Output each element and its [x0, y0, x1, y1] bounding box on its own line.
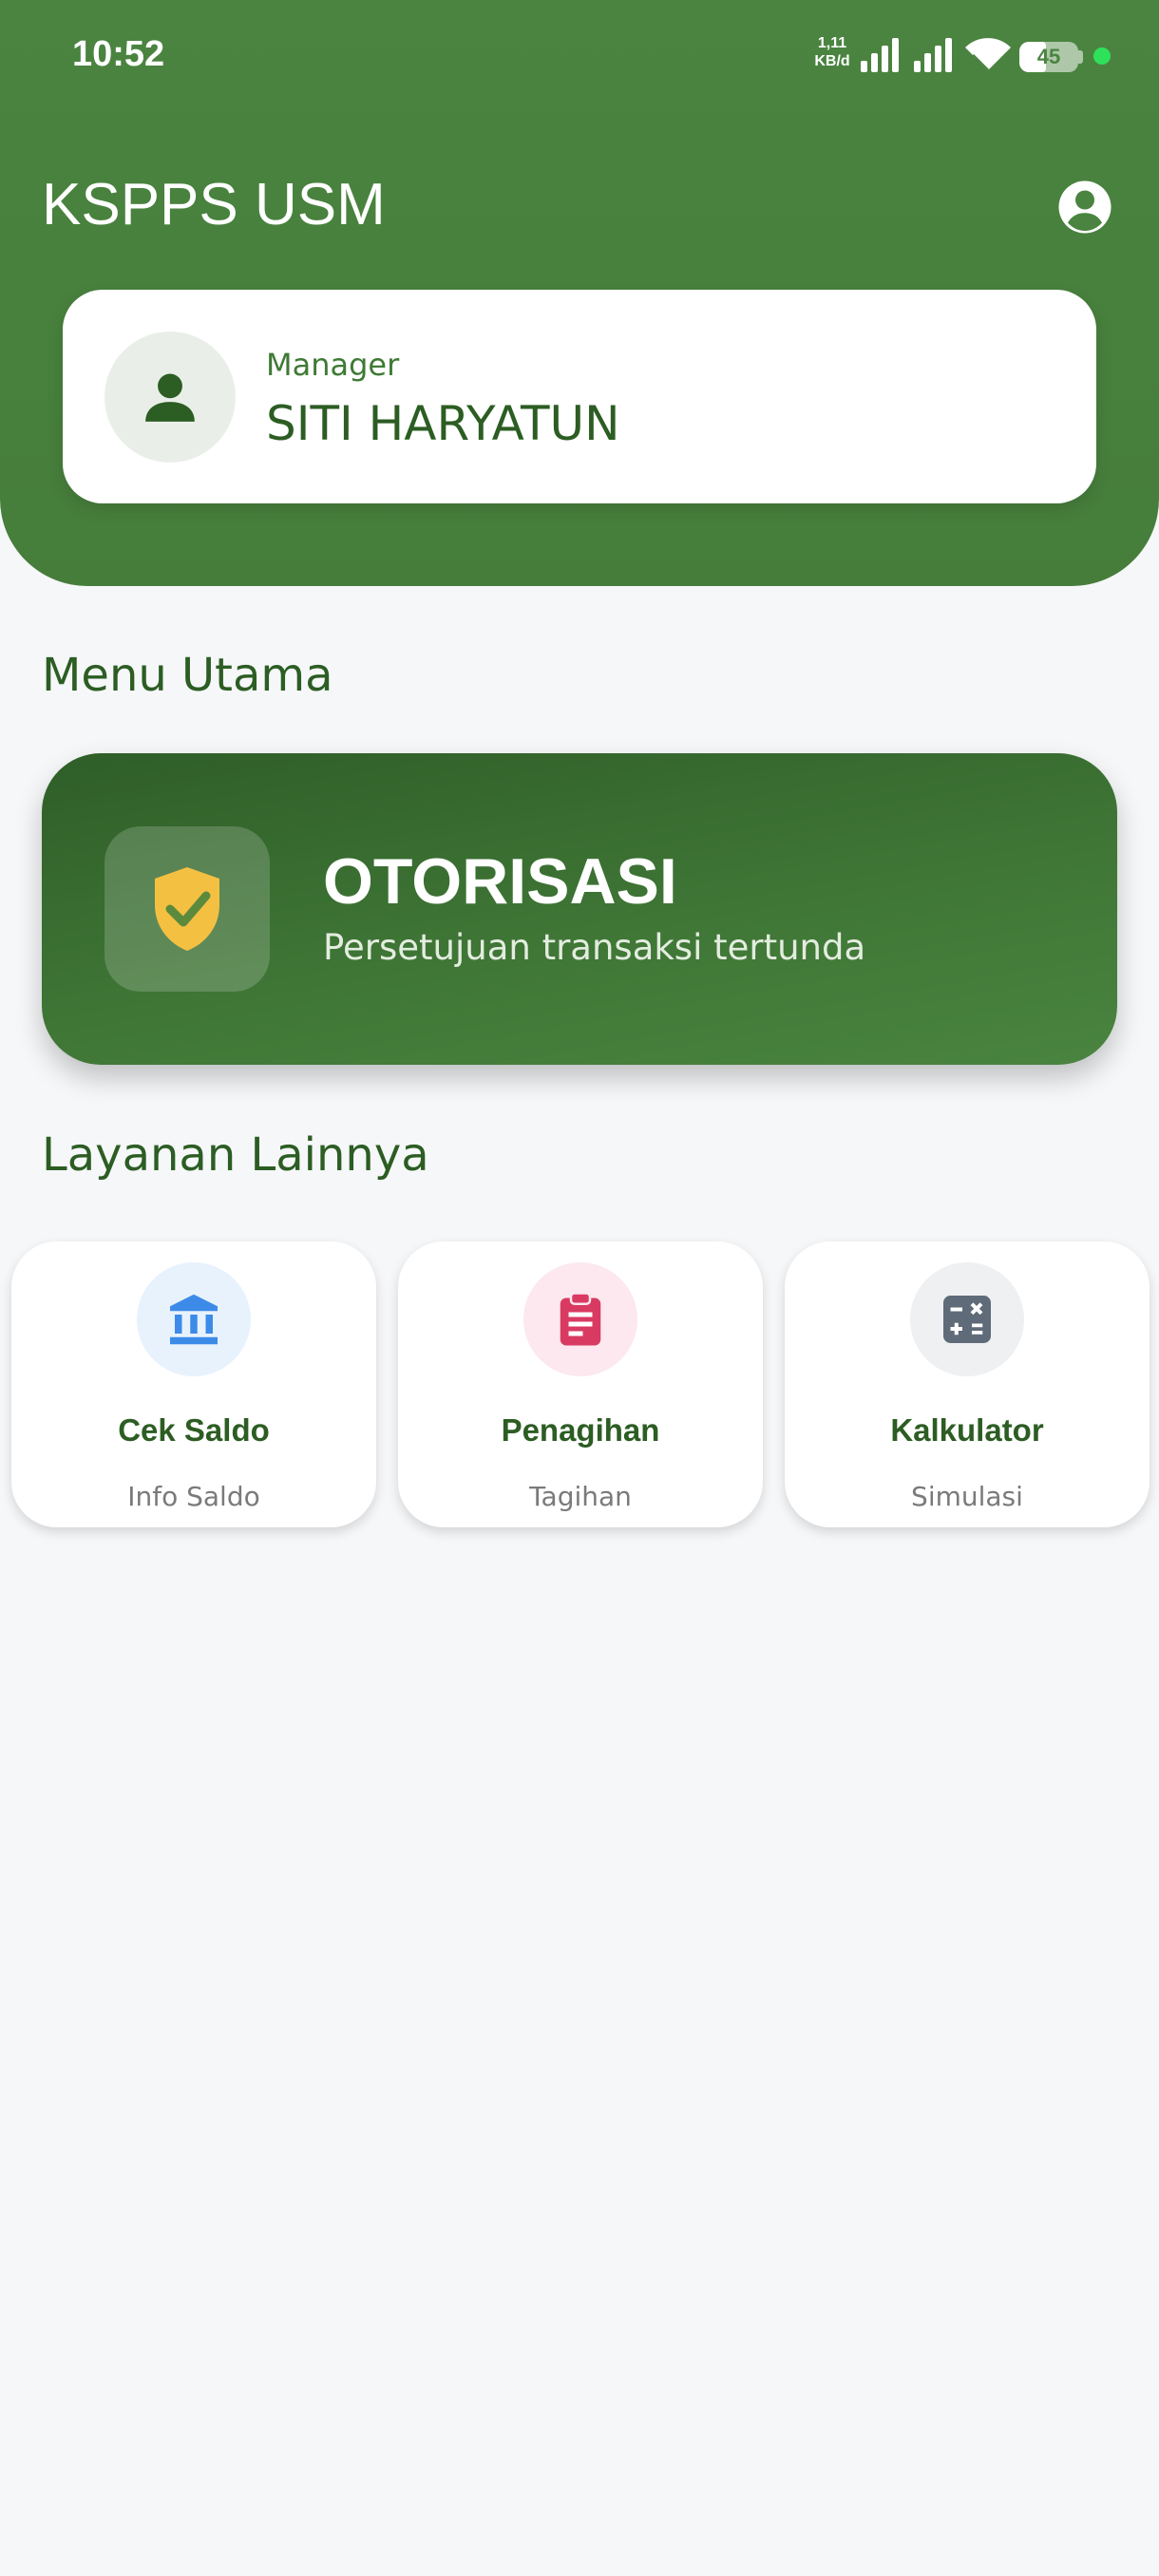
service-penagihan[interactable]: Penagihan Tagihan [398, 1241, 763, 1527]
battery-cap [1078, 50, 1083, 64]
avatar [104, 331, 236, 463]
service-label: Kalkulator [890, 1412, 1044, 1448]
menu-title: Menu Utama [42, 649, 333, 702]
user-card: Manager SITI HARYATUN [63, 290, 1096, 503]
signal-icon-2 [914, 38, 952, 72]
service-subtitle: Simulasi [911, 1481, 1023, 1512]
service-cek-saldo[interactable]: Cek Saldo Info Saldo [11, 1241, 376, 1527]
services-grid: Cek Saldo Info Saldo Penagihan Tagihan K… [0, 1241, 1159, 1528]
status-bar: 10:52 1,11 KB/d 45 [0, 0, 1159, 112]
service-subtitle: Tagihan [529, 1481, 632, 1512]
shield-check-icon [155, 867, 219, 951]
network-speed-unit: KB/d [814, 53, 850, 69]
wifi-icon [965, 38, 1011, 72]
account-circle-icon[interactable] [1056, 179, 1113, 236]
privacy-indicator-dot [1093, 47, 1111, 65]
calculator-icon [943, 1296, 991, 1343]
service-label: Penagihan [501, 1412, 660, 1448]
authorization-card[interactable]: OTORISASI Persetujuan transaksi tertunda [42, 753, 1117, 1065]
clipboard-icon [560, 1292, 601, 1346]
service-icon-bg [523, 1262, 637, 1376]
service-icon-bg [137, 1262, 251, 1376]
network-speed: 1,11 KB/d [809, 34, 855, 70]
signal-icon [861, 38, 899, 72]
service-icon-bg [910, 1262, 1024, 1376]
services-title: Layanan Lainnya [42, 1128, 429, 1182]
service-label: Cek Saldo [118, 1412, 270, 1448]
app-header: 10:52 1,11 KB/d 45 KSPPS USM Manager SIT… [0, 0, 1159, 586]
person-icon [145, 373, 195, 422]
app-title: KSPPS USM [42, 172, 386, 237]
authorization-icon-box [104, 826, 270, 992]
status-time: 10:52 [72, 34, 165, 74]
user-name: SITI HARYATUN [266, 396, 620, 451]
bank-icon [170, 1294, 218, 1345]
service-subtitle: Info Saldo [127, 1481, 260, 1512]
user-role: Manager [266, 347, 400, 383]
authorization-title: OTORISASI [323, 845, 677, 918]
battery-percent: 45 [1036, 45, 1061, 68]
network-speed-value: 1,11 [817, 35, 847, 51]
authorization-subtitle: Persetujuan transaksi tertunda [323, 927, 866, 968]
battery-icon: 45 [1019, 42, 1078, 72]
service-kalkulator[interactable]: Kalkulator Simulasi [785, 1241, 1150, 1527]
